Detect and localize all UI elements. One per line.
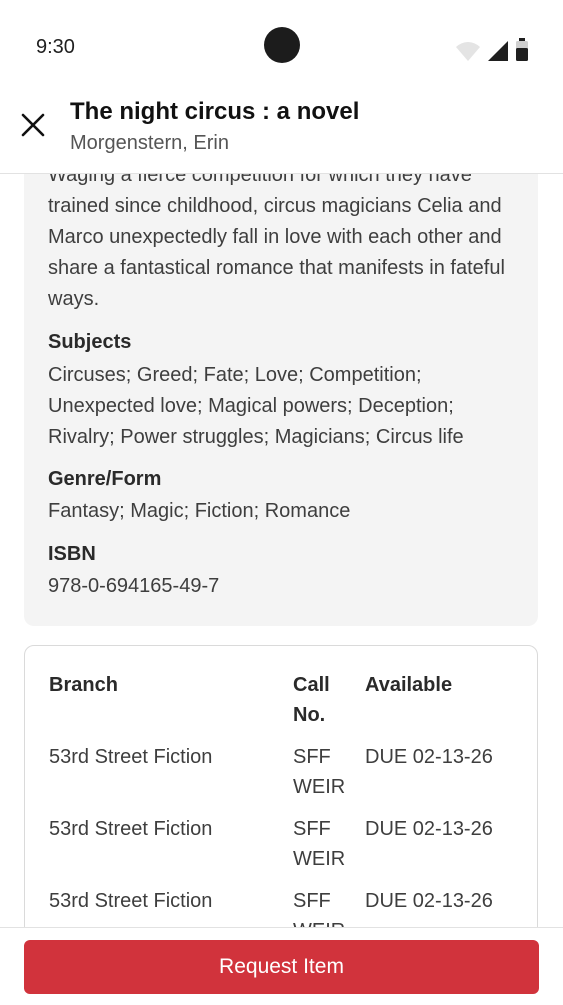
row-3-available: DUE 02-13-26	[365, 890, 493, 912]
detail-header: The night circus : a novel Morgenstern, …	[0, 92, 563, 174]
row-2-call-no: SFF WEIR	[293, 818, 346, 870]
genre-value: Fantasy; Magic; Fiction; Romance	[48, 500, 351, 522]
bottom-action-bar: Request Item	[0, 927, 563, 1005]
column-header-branch: Branch	[49, 674, 118, 696]
column-header-call-no: Call No.	[293, 674, 330, 726]
status-time: 9:30	[36, 36, 75, 58]
signal-icon	[488, 41, 508, 61]
status-bar: 9:30	[0, 0, 563, 92]
close-button[interactable]	[14, 106, 52, 144]
camera-cutout	[264, 27, 300, 63]
author-name: Morgenstern, Erin	[70, 132, 229, 154]
page-title: The night circus : a novel	[70, 98, 360, 125]
close-icon	[21, 113, 45, 137]
battery-icon	[516, 38, 528, 61]
column-header-available: Available	[365, 674, 453, 696]
subjects-label: Subjects	[48, 331, 132, 353]
request-item-button[interactable]: Request Item	[24, 940, 539, 994]
row-1-available: DUE 02-13-26	[365, 746, 493, 768]
wifi-icon	[456, 42, 480, 61]
row-1-call-no: SFF WEIR	[293, 746, 346, 798]
isbn-value: 978-0-694165-49-7	[48, 575, 220, 597]
status-icons	[455, 38, 529, 62]
isbn-label: ISBN	[48, 543, 96, 565]
genre-label: Genre/Form	[48, 468, 162, 490]
scroll-content[interactable]: Waging a fierce competition for which th…	[0, 150, 563, 927]
summary-text: Waging a fierce competition for which th…	[48, 164, 505, 310]
screen: 9:30 The night circus : a novel Morgenst…	[0, 0, 563, 1005]
row-2-available: DUE 02-13-26	[365, 818, 493, 840]
details-card: Waging a fierce competition for which th…	[24, 150, 538, 626]
row-1-branch: 53rd Street Fiction	[49, 746, 213, 768]
subjects-value: Circuses; Greed; Fate; Love; Competition…	[48, 364, 464, 448]
row-3-call-no: SFF WEIR	[293, 890, 345, 927]
holdings-table: Branch Call No. Available 53rd Street Fi…	[24, 645, 538, 927]
row-3-branch: 53rd Street Fiction	[49, 890, 213, 912]
row-2-branch: 53rd Street Fiction	[49, 818, 213, 840]
